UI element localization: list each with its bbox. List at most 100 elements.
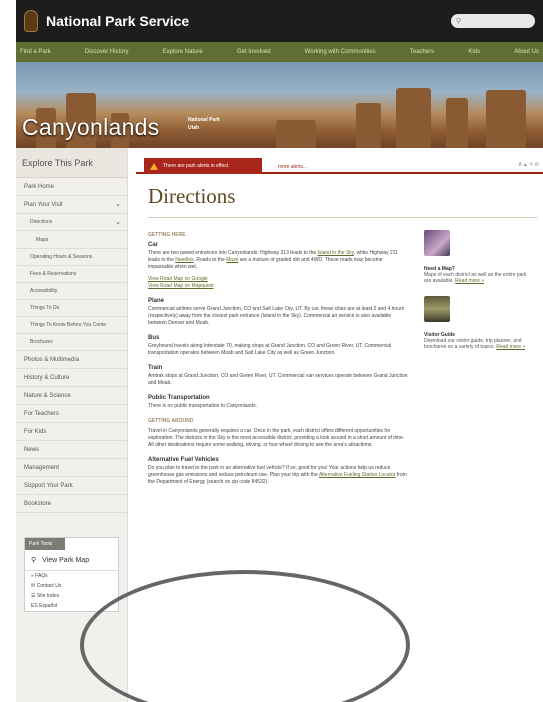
park-state: Utah xyxy=(188,125,200,131)
park-tools-header: Park Tools xyxy=(25,538,65,550)
park-designation-type: National Park xyxy=(188,117,220,123)
sidebar-item-label: Directions xyxy=(30,219,53,225)
sidebar-menu: Park Home Plan Your Visit ⌄ Directions ⌄ M… xyxy=(16,178,127,513)
sidebar-item-label: Nature & Science xyxy=(24,393,71,399)
road-map-links: View Road Map on Google View Road Map on … xyxy=(148,276,408,290)
sidebar-item-label: Photos & Multimedia xyxy=(24,357,80,363)
sidebar-item-label: Brochures xyxy=(30,339,53,345)
site-index-link[interactable]: ☰ Site Index xyxy=(25,591,118,601)
sidebar-item-label: Bookstore xyxy=(24,501,52,507)
park-title: Canyonlands xyxy=(22,114,160,140)
maze-link[interactable]: Maze xyxy=(226,257,238,263)
sidebar-item-accessibility[interactable]: Accessibility xyxy=(16,283,127,300)
sidebar-item-label: Operating Hours & Seasons xyxy=(30,254,93,260)
sidebar-item-news[interactable]: News xyxy=(16,441,127,459)
map-pin-icon: ⚲ xyxy=(31,557,37,564)
sidebar-item-plan-your-visit[interactable]: Plan Your Visit ⌄ xyxy=(16,196,127,214)
nps-arrowhead-logo[interactable] xyxy=(24,10,38,32)
sidebar-item-maps[interactable]: Maps xyxy=(16,231,127,249)
sidebar-item-brochures[interactable]: Brochures xyxy=(16,334,127,351)
sidebar-item-label: News xyxy=(24,447,40,453)
hero-rock-spire xyxy=(486,90,526,148)
needles-link[interactable]: Needles xyxy=(175,257,193,263)
sidebar-item-history[interactable]: History & Culture xyxy=(16,369,127,387)
park-tools-box: Park Tools ⚲ View Park Map » FAQs ✉ Cont… xyxy=(24,537,119,612)
train-block: Train Amtrak stops at Grand Junction, CO… xyxy=(148,365,408,387)
right-rail: Need a Map? Maps of each district as wel… xyxy=(424,230,534,362)
public-transport-heading: Public Transportation xyxy=(148,395,210,401)
park-alert-text: There are park alerts in effect xyxy=(163,163,229,169)
train-text: Amtrak stops at Grand Junction, CO and G… xyxy=(148,373,408,386)
island-in-the-sky-link[interactable]: Island in the Sky xyxy=(318,250,354,256)
contact-us-link[interactable]: ✉ Contact Us xyxy=(25,581,118,591)
page-title: Directions xyxy=(148,184,236,208)
nav-item-about-us[interactable]: About Us xyxy=(514,49,539,55)
chevron-down-icon[interactable]: ⌄ xyxy=(115,219,121,226)
explore-this-park: Explore This Park xyxy=(16,148,127,178)
sidebar-item-kids[interactable]: For Kids xyxy=(16,423,127,441)
getting-around-text: Travel in Canyonlands generally requires… xyxy=(148,428,405,448)
sidebar-item-directions[interactable]: Directions ⌄ xyxy=(16,214,127,231)
google-map-link[interactable]: View Road Map on Google xyxy=(148,276,208,282)
public-transport-block: Public Transportation There is no public… xyxy=(148,395,408,410)
visitor-guide-read-more[interactable]: Read more » xyxy=(496,344,525,350)
park-alert-tab[interactable]: There are park alerts in effect xyxy=(144,158,262,174)
view-park-map-link[interactable]: ⚲ View Park Map xyxy=(25,550,118,571)
sidebar-item-park-home[interactable]: Park Home xyxy=(16,178,127,196)
sidebar-item-bookstore[interactable]: Bookstore xyxy=(16,495,127,513)
sidebar-item-fees[interactable]: Fees & Reservations xyxy=(16,266,127,283)
sidebar-item-teachers[interactable]: For Teachers xyxy=(16,405,127,423)
nav-item-teachers[interactable]: Teachers xyxy=(410,49,434,55)
sidebar-item-things-to-do[interactable]: Things To Do xyxy=(16,300,127,317)
sidebar-item-support[interactable]: Support Your Park xyxy=(16,477,127,495)
main-nav: Find a Park Discover History Explore Nat… xyxy=(16,42,543,62)
need-a-map-read-more[interactable]: Read more » xyxy=(455,278,484,284)
view-park-map-label: View Park Map xyxy=(42,556,90,564)
nav-item-find-a-park[interactable]: Find a Park xyxy=(20,49,51,55)
sidebar-item-label: History & Culture xyxy=(24,375,70,381)
getting-around-block: Travel in Canyonlands generally requires… xyxy=(148,428,408,449)
site-brand[interactable]: National Park Service xyxy=(46,13,189,29)
more-alerts-link[interactable]: more alerts... xyxy=(278,164,307,170)
sidebar-item-label: Support Your Park xyxy=(24,483,73,489)
link-label: Español xyxy=(39,603,58,609)
sidebar-item-operating-hours[interactable]: Operating Hours & Seasons xyxy=(16,249,127,266)
link-label: Site Index xyxy=(36,593,60,599)
sidebar-item-management[interactable]: Management xyxy=(16,459,127,477)
faqs-link[interactable]: » FAQs xyxy=(25,571,118,581)
hero-rock-spire xyxy=(276,120,316,148)
sidebar-item-photos[interactable]: Photos & Multimedia xyxy=(16,351,127,369)
car-heading: Car xyxy=(148,242,159,248)
utility-icons[interactable]: A ▲ ✎ ✉ xyxy=(518,162,539,168)
nav-item-get-involved[interactable]: Get Involved xyxy=(237,49,271,55)
car-text: There are two paved entrances into Canyo… xyxy=(148,250,408,271)
alert-bar: There are park alerts in effect more ale… xyxy=(136,148,543,174)
map-thumbnail[interactable] xyxy=(424,230,450,256)
need-a-map-text: Maps of each district as well as the ent… xyxy=(424,272,534,284)
sidebar-item-label: Accessibility xyxy=(30,288,58,294)
section-heading-getting-here: GETTING HERE xyxy=(148,232,186,238)
mapquest-map-link[interactable]: View Road Map on Mapquest xyxy=(148,283,214,289)
sidebar-item-label: Plan Your Visit xyxy=(24,202,63,208)
visitor-guide-thumbnail[interactable] xyxy=(424,296,450,322)
sidebar-item-label: Things To Do xyxy=(30,305,60,311)
hero-rock-spire xyxy=(396,88,431,148)
sidebar-item-things-to-know[interactable]: Things To Know Before You Come xyxy=(16,317,127,334)
top-bar: National Park Service ⚲ xyxy=(16,0,543,42)
alt-fuel-text: Do you plan to travel to the park in an … xyxy=(148,465,408,486)
search-input[interactable]: ⚲ xyxy=(451,14,535,28)
directions-content: GETTING HERE Car There are two paved ent… xyxy=(148,232,408,494)
nav-item-explore-nature[interactable]: Explore Nature xyxy=(163,49,203,55)
chevron-down-icon[interactable]: ⌄ xyxy=(115,201,121,208)
warning-icon xyxy=(150,162,158,170)
need-a-map-card: Need a Map? Maps of each district as wel… xyxy=(424,230,534,284)
sidebar-item-nature[interactable]: Nature & Science xyxy=(16,387,127,405)
fueling-station-locator-link[interactable]: Alternative Fueling Station Locator xyxy=(319,472,395,478)
bus-heading: Bus xyxy=(148,335,160,341)
nav-item-discover-history[interactable]: Discover History xyxy=(85,49,129,55)
nav-item-kids[interactable]: Kids xyxy=(468,49,480,55)
nav-item-working-with-communities[interactable]: Working with Communities xyxy=(305,49,376,55)
alt-fuel-block: Alternative Fuel Vehicles Do you plan to… xyxy=(148,457,408,486)
plane-heading: Plane xyxy=(148,298,165,304)
section-heading-getting-around: GETTING AROUND xyxy=(148,418,194,424)
